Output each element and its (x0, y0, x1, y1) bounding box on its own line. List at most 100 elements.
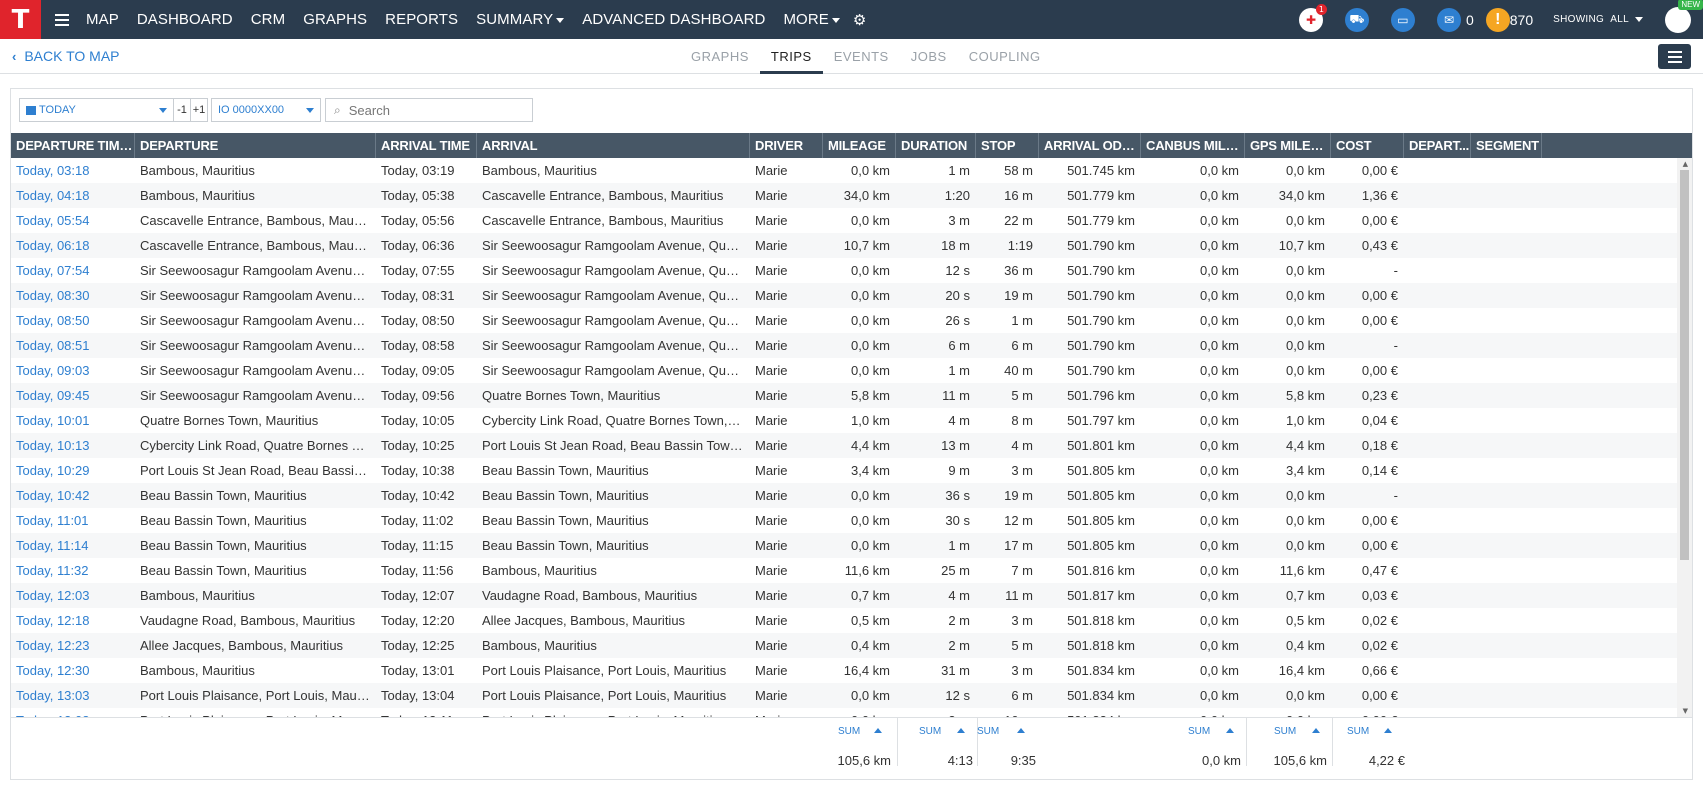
nav-graphs[interactable]: GRAPHS (294, 11, 376, 28)
scroll-down-icon[interactable]: ▼ (1683, 707, 1688, 715)
scroll-up-icon[interactable]: ▲ (1683, 160, 1688, 168)
table-row[interactable]: Today, 12:18 Vaudagne Road, Bambous, Maur… (11, 608, 1692, 633)
sum-label[interactable]: SUM (977, 726, 999, 737)
nav-summary[interactable]: SUMMARY (467, 11, 573, 28)
column-header-cost[interactable]: COST (1331, 133, 1404, 158)
table-row[interactable]: Today, 13:08Port Louis Plaisance, Port L… (11, 708, 1692, 717)
tab-trips[interactable]: TRIPS (759, 39, 823, 74)
cell-departure-time[interactable]: Today, 12:03 (11, 583, 135, 608)
nav-crm[interactable]: CRM (242, 11, 294, 28)
nav-more[interactable]: MORE (774, 11, 848, 28)
alert-icon[interactable]: ! (1485, 7, 1510, 32)
cell-departure-time[interactable]: Today, 09:45 (11, 383, 135, 408)
sort-up-icon[interactable] (874, 728, 882, 733)
sort-up-icon[interactable] (1017, 728, 1025, 733)
cell-departure-time[interactable]: Today, 11:01 (11, 508, 135, 533)
sort-up-icon[interactable] (1384, 728, 1392, 733)
cell-departure-time[interactable]: Today, 10:42 (11, 483, 135, 508)
table-row[interactable]: Today, 03:18 Bambous, Mauritius Today, 03:… (11, 158, 1692, 183)
column-header-stop[interactable]: STOP (976, 133, 1039, 158)
sort-up-icon[interactable] (1226, 728, 1234, 733)
table-row[interactable]: Today, 13:03 Port Louis Plaisance, Port L… (11, 683, 1692, 708)
table-row[interactable]: Today, 08:50 Sir Seewoosagur Ramgoolam Av… (11, 308, 1692, 333)
avatar[interactable]: NEW (1665, 0, 1703, 33)
cell-departure-time[interactable]: Today, 07:54 (11, 258, 135, 283)
cell-departure-time[interactable]: Today, 12:18 (11, 608, 135, 633)
table-row[interactable]: Today, 08:30 Sir Seewoosagur Ramgoolam Av… (11, 283, 1692, 308)
period-select[interactable]: TODAY (19, 98, 174, 122)
cell-departure-time[interactable]: Today, 09:03 (11, 358, 135, 383)
sum-label[interactable]: SUM (1347, 726, 1369, 737)
app-logo[interactable]: T (0, 0, 41, 39)
cell-departure-time[interactable]: Today, 12:30 (11, 658, 135, 683)
column-header-departure[interactable]: DEPARTURE (135, 133, 376, 158)
cell-departure-time[interactable]: Today, 13:03 (11, 683, 135, 708)
sum-label[interactable]: SUM (838, 726, 860, 737)
column-header-arrival-odometer[interactable]: ARRIVAL ODO... (1039, 133, 1141, 158)
column-header-gps-mileage[interactable]: GPS MILEAGE (1245, 133, 1331, 158)
table-row[interactable]: Today, 10:01 Quatre Bornes Town, Mauritiu… (11, 408, 1692, 433)
column-header-canbus-mileage[interactable]: CANBUS MILEA... (1141, 133, 1245, 158)
scrollbar[interactable]: ▲ ▼ (1677, 158, 1692, 717)
cell-departure-time[interactable]: Today, 08:50 (11, 308, 135, 333)
nav-dashboard[interactable]: DASHBOARD (128, 11, 242, 28)
cell-departure-time[interactable]: Today, 12:23 (11, 633, 135, 658)
cell-departure-time[interactable]: Today, 11:14 (11, 533, 135, 558)
cell-departure-time[interactable]: Today, 04:18 (11, 183, 135, 208)
sort-up-icon[interactable] (957, 728, 965, 733)
cell-departure-time[interactable]: Today, 11:32 (11, 558, 135, 583)
cell-departure-time[interactable]: Today, 08:30 (11, 283, 135, 308)
table-row[interactable]: Today, 09:45 Sir Seewoosagur Ramgoolam Av… (11, 383, 1692, 408)
device-select[interactable]: IO 0000XX00 (211, 98, 321, 122)
cell-departure-time[interactable]: Today, 03:18 (11, 158, 135, 183)
sum-label[interactable]: SUM (919, 726, 941, 737)
table-row[interactable]: Today, 05:54 Cascavelle Entrance, Bambous… (11, 208, 1692, 233)
gear-icon[interactable]: ⚙ (853, 11, 866, 29)
scrollbar-thumb[interactable] (1680, 170, 1689, 560)
table-row[interactable]: Today, 09:03 Sir Seewoosagur Ramgoolam Av… (11, 358, 1692, 383)
cell-departure-time[interactable]: Today, 10:13 (11, 433, 135, 458)
tv-icon[interactable]: ▭ (1390, 7, 1415, 32)
nav-reports[interactable]: REPORTS (376, 11, 467, 28)
cell-departure-time[interactable]: Today, 10:01 (11, 408, 135, 433)
table-row[interactable]: Today, 10:29 Port Louis St Jean Road, Bea… (11, 458, 1692, 483)
tab-graphs[interactable]: GRAPHS (680, 39, 760, 74)
table-row[interactable]: Today, 11:32 Beau Bassin Town, Mauritius T… (11, 558, 1692, 583)
table-row[interactable]: Today, 07:54 Sir Seewoosagur Ramgoolam Av… (11, 258, 1692, 283)
cell-departure-time[interactable]: Today, 13:08 (11, 708, 135, 717)
tab-jobs[interactable]: JOBS (900, 39, 958, 74)
sum-label[interactable]: SUM (1274, 726, 1296, 737)
table-row[interactable]: Today, 04:18 Bambous, Mauritius Today, 05:… (11, 183, 1692, 208)
tab-coupling[interactable]: COUPLING (958, 39, 1052, 74)
column-header-departure-odometer[interactable]: DEPART... (1404, 133, 1471, 158)
cell-departure-time[interactable]: Today, 05:54 (11, 208, 135, 233)
truck-icon[interactable]: ⛟ (1344, 7, 1369, 32)
sum-label[interactable]: SUM (1188, 726, 1210, 737)
table-row[interactable]: Today, 11:01 Beau Bassin Town, Mauritius T… (11, 508, 1692, 533)
next-day-button[interactable]: +1 (190, 98, 208, 122)
cell-departure-time[interactable]: Today, 08:51 (11, 333, 135, 358)
table-row[interactable]: Today, 10:42 Beau Bassin Town, Mauritius T… (11, 483, 1692, 508)
tab-events[interactable]: EVENTS (823, 39, 900, 74)
table-row[interactable]: Today, 12:23 Allee Jacques, Bambous, Maur… (11, 633, 1692, 658)
notifications-icon[interactable]: ✚ 1 (1298, 3, 1327, 32)
previous-day-button[interactable]: -1 (173, 98, 191, 122)
cell-departure-time[interactable]: Today, 10:29 (11, 458, 135, 483)
column-header-mileage[interactable]: MILEAGE (823, 133, 896, 158)
nav-map[interactable]: MAP (77, 11, 128, 28)
hamburger-menu-icon[interactable] (55, 13, 69, 26)
search-input[interactable] (348, 102, 509, 118)
table-row[interactable]: Today, 12:30 Bambous, Mauritius Today, 13:… (11, 658, 1692, 683)
mail-icon[interactable]: ✉ (1436, 7, 1461, 32)
showing-filter[interactable]: SHOWING ALL (1553, 14, 1643, 25)
back-to-map-link[interactable]: ‹ BACK TO MAP (12, 48, 120, 64)
table-row[interactable]: Today, 06:18 Cascavelle Entrance, Bambous… (11, 233, 1692, 258)
table-row[interactable]: Today, 10:13 Cybercity Link Road, Quatre … (11, 433, 1692, 458)
table-row[interactable]: Today, 12:03 Bambous, Mauritius Today, 12:… (11, 583, 1692, 608)
nav-advanced-dashboard[interactable]: ADVANCED DASHBOARD (573, 11, 774, 28)
cell-departure-time[interactable]: Today, 06:18 (11, 233, 135, 258)
column-header-arrival-time[interactable]: ARRIVAL TIME (376, 133, 477, 158)
column-header-segment[interactable]: SEGMENT (1471, 133, 1542, 158)
table-row[interactable]: Today, 11:14 Beau Bassin Town, Mauritius T… (11, 533, 1692, 558)
column-header-duration[interactable]: DURATION (896, 133, 976, 158)
